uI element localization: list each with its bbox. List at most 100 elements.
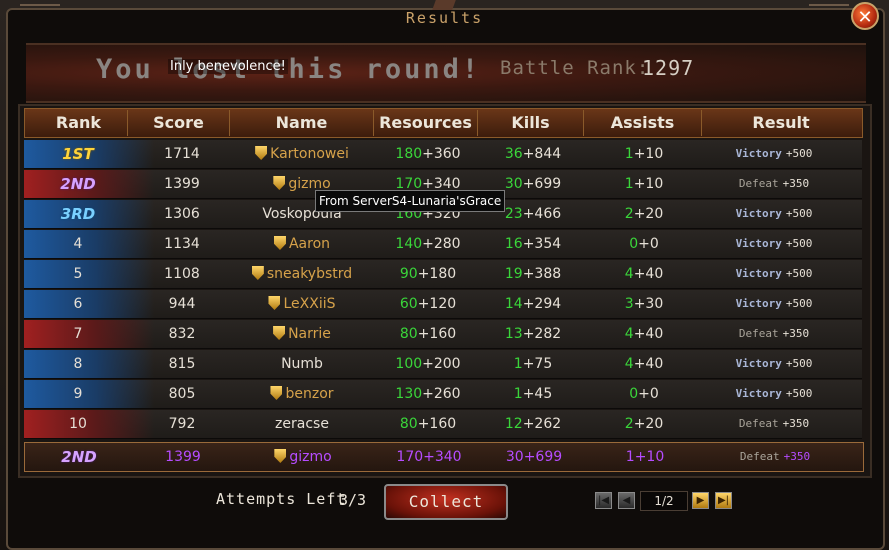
result-cell: Defeat +350: [704, 410, 844, 438]
player-name-cell: Aaron: [232, 230, 372, 258]
rank-value: 2ND: [60, 175, 96, 193]
kills-cell: 19+388: [480, 260, 586, 288]
assists-base: 0: [629, 236, 639, 252]
kills-bonus: +354: [522, 236, 562, 252]
kills-cell: 16+354: [480, 230, 586, 258]
result-label: Victory: [735, 237, 782, 250]
result-bonus: +500: [785, 267, 813, 280]
vip-shield-icon: [273, 326, 286, 340]
assists-cell: 4+40: [586, 350, 702, 378]
kills-base: 16: [504, 236, 523, 252]
assists-base: 2: [624, 416, 634, 432]
result-cell: Defeat +350: [704, 170, 844, 198]
collect-button[interactable]: Collect: [384, 484, 508, 520]
assists-bonus: +40: [633, 266, 664, 282]
table-row[interactable]: 6 944 LeXXiiS 60+120 14+294 3+30 Victory +500: [24, 290, 862, 319]
resources-base: 80: [399, 326, 418, 342]
player-server-tooltip: From ServerS4-Lunaria'sGrace: [315, 190, 506, 212]
player-name-cell: LeXXiiS: [232, 290, 372, 318]
kills-cell: 1+45: [480, 380, 586, 408]
score-cell: 815: [130, 350, 234, 378]
rank-cell: 9: [24, 380, 132, 408]
player-name-cell: Numb: [232, 350, 372, 378]
rank-value: 5: [73, 266, 83, 282]
score-value: 1399: [164, 176, 200, 192]
rank-cell: 4: [24, 230, 132, 258]
assists-bonus: +0: [638, 386, 659, 402]
score-cell: 1714: [130, 140, 234, 168]
header-divider: [373, 110, 374, 136]
resources-base: 80: [399, 416, 418, 432]
table-row[interactable]: 5 1108 sneakybstrd 90+180 19+388 4+40 Victory +…: [24, 260, 862, 289]
resources-bonus: +200: [422, 356, 461, 372]
score-cell: 832: [130, 320, 234, 348]
result-cell: Victory +500: [704, 140, 844, 168]
table-row[interactable]: 4 1134 Aaron 140+280 16+354 0+0 Victory +500: [24, 230, 862, 259]
header-kills: Kills: [511, 113, 550, 132]
table-row[interactable]: 1ST 1714 Kartonowei 180+360 36+844 1+10 Victor…: [24, 140, 862, 169]
next-page-icon: ▶: [696, 495, 705, 506]
assists-base: 1: [625, 449, 635, 465]
close-button[interactable]: ✕: [851, 2, 879, 30]
table-row[interactable]: 8 815 Numb 100+200 1+75 4+40 Victory +500: [24, 350, 862, 379]
vip-shield-icon: [274, 449, 287, 463]
assists-bonus: +10: [634, 449, 665, 465]
resources-base: 90: [399, 266, 418, 282]
kills-base: 14: [504, 296, 523, 312]
kills-bonus: +699: [522, 176, 562, 192]
table-row[interactable]: 10 792 zeracse 80+160 12+262 2+20 Defeat +350: [24, 410, 862, 439]
assists-cell: 0+0: [586, 380, 702, 408]
assists-base: 1: [624, 176, 634, 192]
score-value: 1108: [164, 266, 200, 282]
result-label: Defeat: [738, 327, 779, 340]
kills-bonus: +282: [522, 326, 562, 342]
assists-cell: 4+40: [586, 260, 702, 288]
score-value: 832: [168, 326, 196, 342]
result-cell: Defeat +350: [705, 443, 845, 471]
table-row[interactable]: 9 805 benzor 130+260 1+45 0+0 Victory +500: [24, 380, 862, 409]
score-value: 805: [168, 386, 196, 402]
assists-bonus: +0: [638, 236, 659, 252]
prev-page-button[interactable]: ◀: [618, 492, 635, 509]
rank-cell: 7: [24, 320, 132, 348]
header-score: Score: [153, 113, 204, 132]
result-label: Victory: [735, 267, 782, 280]
result-label: Defeat: [738, 177, 779, 190]
header-divider: [583, 110, 584, 136]
result-cell: Victory +500: [704, 230, 844, 258]
resources-bonus: +160: [417, 326, 457, 342]
rank-value: 10: [69, 416, 87, 432]
kills-base: 36: [504, 146, 523, 162]
score-cell: 944: [130, 290, 234, 318]
kills-base: 12: [504, 416, 523, 432]
score-cell: 805: [130, 380, 234, 408]
rank-value: 4: [73, 236, 83, 252]
rank-cell: 3RD: [24, 200, 132, 228]
score-value: 944: [168, 296, 196, 312]
self-player-row[interactable]: 2ND 1399 gizmo 170+340 30+699 1+10 Defeat +350: [24, 442, 864, 472]
rank-cell: 5: [24, 260, 132, 288]
player-name: Narrie: [288, 326, 331, 342]
player-name-cell: Narrie: [232, 320, 372, 348]
assists-bonus: +30: [633, 296, 664, 312]
header-name: Name: [275, 113, 328, 132]
kills-base: 30: [504, 176, 523, 192]
kills-base: 23: [504, 206, 523, 222]
attempts-left-label: Attempts Left: [216, 490, 347, 508]
last-page-button[interactable]: ▶|: [715, 492, 732, 509]
resources-base: 130: [395, 386, 423, 402]
player-name-cell: zeracse: [232, 410, 372, 438]
resources-cell: 80+160: [376, 320, 480, 348]
player-name: benzor: [285, 386, 334, 402]
next-page-button[interactable]: ▶: [692, 492, 709, 509]
rank-value: 6: [73, 296, 83, 312]
kills-bonus: +466: [522, 206, 562, 222]
first-page-button[interactable]: |◀: [595, 492, 612, 509]
header-divider: [477, 110, 478, 136]
resources-bonus: +120: [417, 296, 457, 312]
assists-cell: 1+10: [586, 170, 702, 198]
assists-bonus: +40: [633, 326, 664, 342]
result-bonus: +350: [782, 177, 810, 190]
score-value: 792: [168, 416, 196, 432]
table-row[interactable]: 7 832 Narrie 80+160 13+282 4+40 Defeat +350: [24, 320, 862, 349]
